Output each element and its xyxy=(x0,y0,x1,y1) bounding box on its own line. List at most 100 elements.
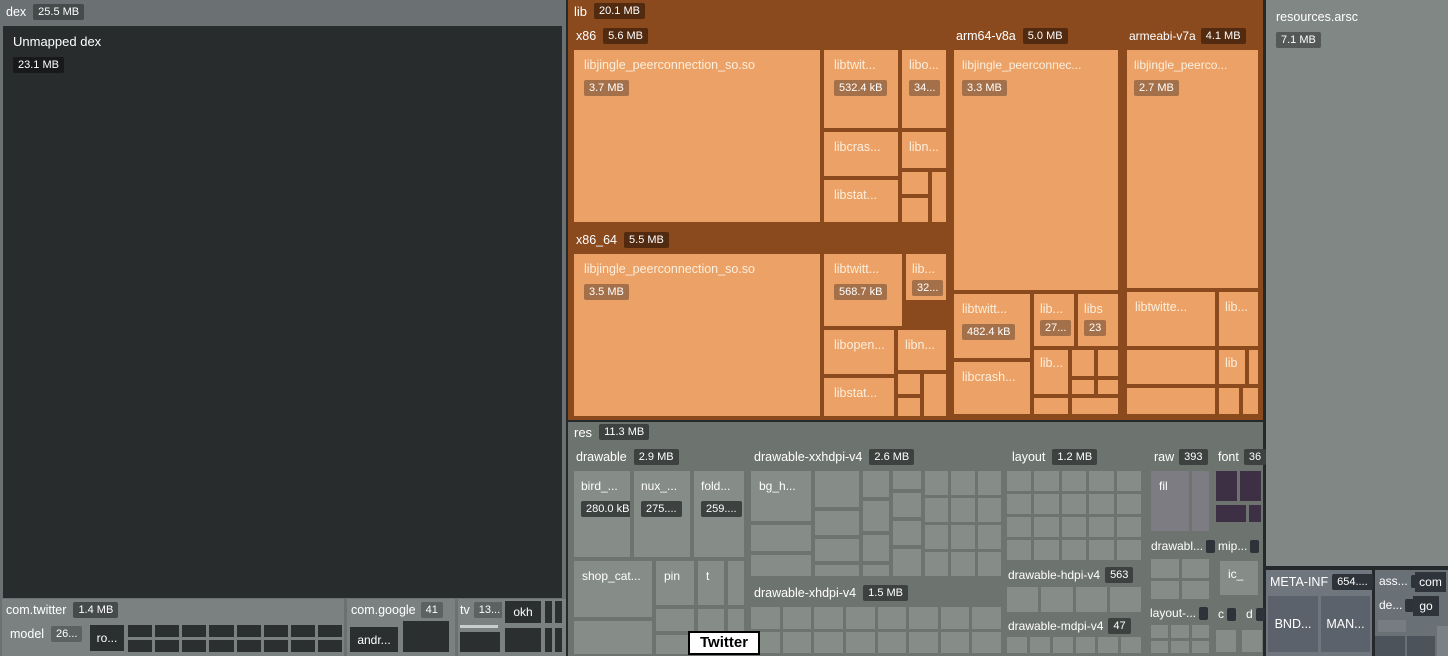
treemap-cell[interactable] xyxy=(1117,540,1141,560)
treemap-cell[interactable] xyxy=(1437,626,1448,656)
file-cell[interactable]: libcrash... xyxy=(954,362,1030,414)
treemap-cell[interactable] xyxy=(505,628,541,652)
treemap-cell[interactable] xyxy=(846,632,875,654)
treemap-cell[interactable] xyxy=(1110,587,1141,612)
mip-header[interactable]: mip... xyxy=(1218,539,1259,553)
file-cell[interactable]: libn... xyxy=(902,132,946,168)
treemap-cell[interactable] xyxy=(893,521,921,545)
treemap-cell[interactable] xyxy=(1034,471,1058,491)
cell-go[interactable]: go xyxy=(1413,596,1439,616)
treemap-cell[interactable] xyxy=(815,511,859,535)
treemap-cell[interactable] xyxy=(128,640,152,652)
cell-andr[interactable]: andr... xyxy=(350,627,398,652)
treemap-cell[interactable] xyxy=(1117,517,1141,537)
treemap-cell[interactable] xyxy=(1089,471,1113,491)
section-com-twitter[interactable]: com.twitter 1.4 MB model 26... ro... xyxy=(2,599,344,656)
cell-resources-arsc[interactable]: resources.arsc 7.1 MB xyxy=(1266,0,1448,566)
treemap-cell[interactable] xyxy=(1249,350,1258,384)
treemap-cell[interactable] xyxy=(182,640,206,652)
treemap-cell[interactable] xyxy=(1151,625,1168,638)
file-cell[interactable]: BND... xyxy=(1268,596,1318,652)
treemap-cell[interactable] xyxy=(1034,494,1058,514)
treemap-cell[interactable] xyxy=(925,552,948,576)
treemap-cell[interactable] xyxy=(1171,641,1188,654)
file-cell[interactable]: libstat... xyxy=(824,180,898,222)
file-cell[interactable]: libjingle_peerconnection_so.so 3.5 MB xyxy=(574,254,820,416)
cell-ro[interactable]: ro... xyxy=(90,625,124,651)
com-google-header[interactable]: com.google 41 xyxy=(351,602,443,618)
treemap-cell[interactable] xyxy=(1242,630,1262,652)
res-header[interactable]: res 11.3 MB xyxy=(574,424,649,440)
file-cell[interactable]: libs 23 xyxy=(1078,294,1118,346)
treemap-cell[interactable] xyxy=(318,625,342,637)
treemap-cell[interactable] xyxy=(1182,581,1210,600)
treemap-cell[interactable] xyxy=(128,625,152,637)
treemap-cell[interactable] xyxy=(1034,398,1068,414)
file-cell[interactable]: libopen... xyxy=(824,330,894,374)
armeabi-header[interactable]: armeabi-v7a 4.1 MB xyxy=(1129,28,1246,44)
tv-header[interactable]: tv 13... xyxy=(460,602,505,618)
treemap-cell[interactable] xyxy=(925,471,948,495)
cell-com[interactable]: com xyxy=(1415,572,1446,592)
file-cell[interactable]: libtwitt... 482.4 kB xyxy=(954,294,1030,358)
treemap-cell[interactable] xyxy=(815,539,859,561)
treemap-cell[interactable] xyxy=(1072,398,1118,414)
file-cell[interactable]: fil xyxy=(1151,471,1189,531)
treemap-cell[interactable] xyxy=(878,632,907,654)
treemap-cell[interactable] xyxy=(1117,494,1141,514)
treemap-cell[interactable] xyxy=(924,374,946,416)
file-cell[interactable]: bird_... 280.0 kB xyxy=(574,471,630,557)
treemap-cell[interactable] xyxy=(846,607,875,629)
treemap-cell[interactable] xyxy=(1151,581,1179,600)
treemap-cell[interactable] xyxy=(1375,636,1405,656)
treemap-cell[interactable] xyxy=(209,625,233,637)
section-raw[interactable]: raw 393 fil xyxy=(1148,445,1212,535)
treemap-cell[interactable] xyxy=(1034,517,1058,537)
treemap-cell[interactable] xyxy=(656,609,694,631)
treemap-cell[interactable] xyxy=(925,525,948,549)
file-cell[interactable]: lib xyxy=(1219,350,1245,384)
treemap-cell[interactable] xyxy=(1076,587,1107,612)
treemap-cell[interactable] xyxy=(1089,517,1113,537)
treemap-cell[interactable] xyxy=(728,561,744,605)
arm64-header[interactable]: arm64-v8a 5.0 MB xyxy=(956,28,1068,44)
drawable-mdpi-header[interactable]: drawable-mdpi-v4 47 xyxy=(1008,618,1131,634)
treemap-cell[interactable] xyxy=(909,632,938,654)
treemap-cell[interactable] xyxy=(902,172,928,194)
section-res[interactable]: res 11.3 MB drawable 2.9 MB bird_... 280… xyxy=(568,422,1263,656)
treemap-cell[interactable] xyxy=(951,498,974,522)
treemap-cell[interactable] xyxy=(1192,641,1209,654)
treemap-cell[interactable] xyxy=(1030,637,1050,653)
treemap-cell[interactable] xyxy=(1062,540,1086,560)
file-cell[interactable]: pin xyxy=(656,561,694,605)
treemap-cell[interactable] xyxy=(1007,471,1031,491)
treemap-cell[interactable] xyxy=(209,640,233,652)
file-cell[interactable]: libjingle_peerconnec... 3.3 MB xyxy=(954,50,1118,290)
x86-header[interactable]: x86 5.6 MB xyxy=(576,28,648,44)
file-cell[interactable]: t xyxy=(698,561,724,605)
raw-header[interactable]: raw 393 xyxy=(1154,449,1208,465)
file-cell[interactable]: bg_h... xyxy=(751,471,811,521)
section-x86-64[interactable]: x86_64 5.5 MB libjingle_peerconnection_s… xyxy=(570,228,948,420)
treemap-cell[interactable] xyxy=(751,525,811,551)
treemap-cell[interactable] xyxy=(951,552,974,576)
cell-unmapped-dex[interactable]: Unmapped dex 23.1 MB xyxy=(3,26,562,598)
file-cell[interactable]: libjingle_peerco... 2.7 MB xyxy=(1127,50,1258,288)
treemap-cell[interactable] xyxy=(878,607,907,629)
treemap-cell[interactable] xyxy=(893,549,921,576)
file-cell[interactable]: libtwitte... xyxy=(1127,292,1215,346)
file-cell[interactable]: libn... xyxy=(898,330,946,370)
treemap-cell[interactable] xyxy=(1182,559,1210,578)
x86-64-header[interactable]: x86_64 5.5 MB xyxy=(576,232,669,248)
section-layout[interactable]: layout 1.2 MB xyxy=(1004,445,1144,563)
treemap-cell[interactable] xyxy=(1171,625,1188,638)
treemap-cell[interactable] xyxy=(237,625,261,637)
treemap-cell[interactable] xyxy=(978,498,1001,522)
treemap-cell[interactable] xyxy=(1053,637,1073,653)
drawabl-header[interactable]: drawabl... xyxy=(1151,539,1215,553)
treemap-cell[interactable] xyxy=(751,607,780,629)
treemap-cell[interactable] xyxy=(863,471,889,497)
treemap-cell[interactable] xyxy=(264,640,288,652)
treemap-cell[interactable] xyxy=(893,471,921,489)
section-layout2[interactable]: layout-... xyxy=(1148,605,1212,656)
